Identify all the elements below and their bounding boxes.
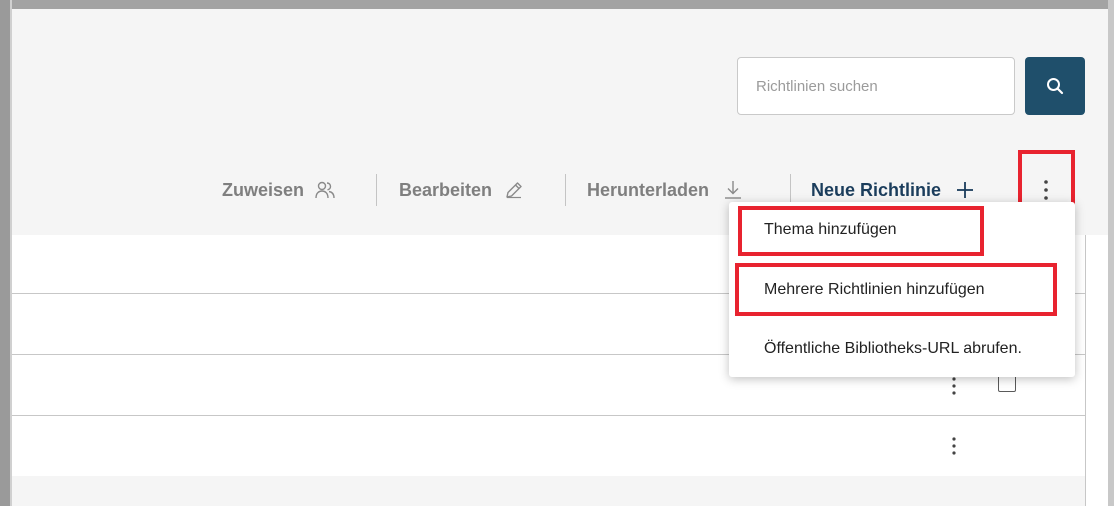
download-button[interactable]: Herunterladen [587, 172, 743, 208]
table-right-border [1085, 235, 1086, 506]
toolbar-divider [376, 174, 377, 206]
users-icon [315, 181, 335, 199]
assign-button[interactable]: Zuweisen [222, 172, 336, 208]
search-input[interactable] [737, 57, 1015, 115]
search-icon [1047, 78, 1064, 95]
kebab-menu-icon [1044, 180, 1048, 200]
window-left-border-inner [10, 0, 12, 506]
window-right-border [1108, 0, 1114, 506]
assign-label: Zuweisen [222, 179, 305, 200]
pencil-icon [506, 182, 522, 199]
search-button[interactable] [1025, 57, 1085, 115]
toolbar-divider [565, 174, 566, 206]
menu-item-label: Öffentliche Bibliotheks-URL abrufen. [764, 340, 1022, 357]
kebab-menu-icon [952, 377, 956, 395]
more-options-dropdown: Thema hinzufügen Mehrere Richtlinien hin… [729, 202, 1075, 377]
row-actions-button[interactable] [946, 432, 962, 460]
window-left-border [0, 0, 10, 506]
kebab-menu-icon [952, 437, 956, 455]
window-top-border [0, 0, 1114, 9]
app-window: Zuweisen Bearbeiten Herunterladen [0, 0, 1114, 506]
edit-label: Bearbeiten [399, 179, 493, 200]
download-icon [725, 181, 742, 199]
menu-item-label: Thema hinzufügen [764, 221, 897, 238]
download-label: Herunterladen [587, 179, 710, 200]
plus-icon [957, 182, 974, 198]
menu-item-add-topic[interactable]: Thema hinzufügen [729, 205, 1075, 255]
table-footer-area [12, 476, 1085, 506]
menu-item-get-public-library-url[interactable]: Öffentliche Bibliotheks-URL abrufen. [729, 324, 1075, 374]
edit-button[interactable]: Bearbeiten [399, 172, 524, 208]
menu-item-label: Mehrere Richtlinien hinzufügen [764, 281, 985, 298]
new-policy-label: Neue Richtlinie [811, 179, 942, 200]
menu-item-add-multiple-policies[interactable]: Mehrere Richtlinien hinzufügen [729, 265, 1075, 315]
table-row-divider [12, 415, 1085, 416]
